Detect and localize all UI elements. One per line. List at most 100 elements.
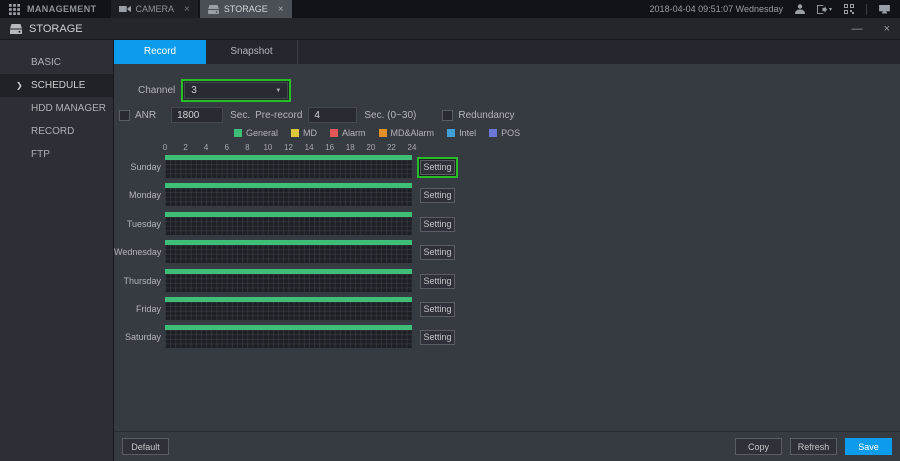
top-bar: MANAGEMENT CAMERA × STORAGE × 2018-04-04… <box>0 0 900 18</box>
hour-tick-4: 4 <box>204 143 208 152</box>
sidebar-item-label: RECORD <box>31 126 74 137</box>
hour-tick-0: 0 <box>163 143 167 152</box>
schedule-row-sunday: Sunday Setting <box>114 155 900 183</box>
hour-tick-16: 16 <box>325 143 334 152</box>
anr-input[interactable] <box>171 107 223 123</box>
timeline-grid-tuesday[interactable] <box>165 212 412 235</box>
legend-label: MD <box>303 128 317 138</box>
logout-icon[interactable]: ▾ <box>817 5 832 14</box>
chevron-down-icon: ▼ <box>275 88 281 94</box>
copy-button[interactable]: Copy <box>735 438 782 455</box>
timeline-grid-saturday[interactable] <box>165 325 412 348</box>
sidebar-item-basic[interactable]: ❯BASIC <box>0 51 113 74</box>
top-tab-storage[interactable]: STORAGE × <box>200 0 292 18</box>
record-bar-general <box>165 212 412 217</box>
hour-tick-6: 6 <box>225 143 229 152</box>
legend-intel: Intel <box>447 128 476 138</box>
day-label-saturday: Saturday <box>114 325 161 353</box>
redundancy-checkbox[interactable] <box>442 110 453 121</box>
setting-button-friday[interactable]: Setting <box>420 302 455 317</box>
prerecord-label: Pre-record <box>255 110 302 121</box>
day-label-thursday: Thursday <box>114 269 161 297</box>
setting-button-wednesday[interactable]: Setting <box>420 245 455 260</box>
main-panel: Record Snapshot Channel 3 ▼ ANR Sec. Pre <box>114 40 900 461</box>
record-bar-general <box>165 183 412 188</box>
legend-color-swatch <box>379 129 387 137</box>
channel-select[interactable]: 3 ▼ <box>184 82 288 99</box>
hour-tick-10: 10 <box>263 143 272 152</box>
day-label-tuesday: Tuesday <box>114 212 161 240</box>
hour-tick-14: 14 <box>305 143 314 152</box>
sidebar-item-ftp[interactable]: ❯FTP <box>0 143 113 166</box>
schedule-row-tuesday: Tuesday Setting <box>114 212 900 240</box>
top-tab-camera-label: CAMERA <box>136 4 175 14</box>
timeline-grid-thursday[interactable] <box>165 269 412 292</box>
anr-unit-label: Sec. <box>230 110 250 121</box>
timeline-grid-sunday[interactable] <box>165 155 412 178</box>
anr-checkbox[interactable] <box>119 110 130 121</box>
day-label-sunday: Sunday <box>114 155 161 183</box>
legend-pos: POS <box>489 128 520 138</box>
apps-grid-icon <box>9 4 20 15</box>
record-snapshot-tabs: Record Snapshot <box>114 40 900 64</box>
storage-title-icon <box>10 24 22 34</box>
minimize-icon[interactable]: — <box>852 23 863 35</box>
setting-button-saturday[interactable]: Setting <box>420 330 455 345</box>
tab-snapshot[interactable]: Snapshot <box>206 40 298 64</box>
timeline-grid-friday[interactable] <box>165 297 412 320</box>
legend-label: Intel <box>459 128 476 138</box>
day-label-friday: Friday <box>114 297 161 325</box>
refresh-button[interactable]: Refresh <box>790 438 837 455</box>
tab-record[interactable]: Record <box>114 40 206 64</box>
close-camera-tab-icon[interactable]: × <box>184 4 190 15</box>
setting-button-sunday[interactable]: Setting <box>420 160 455 175</box>
management-menu-button[interactable]: MANAGEMENT <box>0 0 111 18</box>
schedule-days: SundaySettingMondaySettingTuesdaySetting… <box>114 155 900 354</box>
timeline-grid-monday[interactable] <box>165 183 412 206</box>
user-icon[interactable] <box>795 4 805 14</box>
setting-button-tuesday[interactable]: Setting <box>420 217 455 232</box>
close-storage-tab-icon[interactable]: × <box>278 4 284 15</box>
setting-cell: Setting <box>420 183 455 211</box>
top-tab-camera[interactable]: CAMERA × <box>111 0 198 18</box>
qr-code-icon[interactable] <box>844 4 854 14</box>
close-icon[interactable]: × <box>884 23 890 35</box>
legend-md: MD <box>291 128 317 138</box>
setting-button-monday[interactable]: Setting <box>420 188 455 203</box>
anr-label: ANR <box>135 110 156 121</box>
setting-cell: Setting <box>420 212 455 240</box>
legend-label: MD&Alarm <box>391 128 435 138</box>
channel-value: 3 <box>191 85 197 96</box>
default-button[interactable]: Default <box>122 438 169 455</box>
prerecord-input[interactable] <box>308 107 357 123</box>
datetime-display: 2018-04-04 09:51:07 Wednesday <box>650 4 783 14</box>
legend-color-swatch <box>330 129 338 137</box>
legend-label: POS <box>501 128 520 138</box>
hour-tick-22: 22 <box>387 143 396 152</box>
sidebar-item-hdd-manager[interactable]: ❯HDD MANAGER <box>0 97 113 120</box>
timeline-grid-wednesday[interactable] <box>165 240 412 263</box>
monitor-icon[interactable] <box>879 5 890 14</box>
setting-button-thursday[interactable]: Setting <box>420 274 455 289</box>
sidebar-item-record[interactable]: ❯RECORD <box>0 120 113 143</box>
record-bar-general <box>165 269 412 274</box>
save-button[interactable]: Save <box>845 438 892 455</box>
schedule-row-friday: Friday Setting <box>114 297 900 325</box>
day-label-wednesday: Wednesday <box>114 240 161 268</box>
sidebar-item-label: BASIC <box>31 57 61 68</box>
sidebar: ❯BASIC❯SCHEDULE❯HDD MANAGER❯RECORD❯FTP <box>0 40 114 461</box>
channel-label: Channel <box>138 85 175 96</box>
record-bar-general <box>165 240 412 245</box>
legend-label: General <box>246 128 278 138</box>
hour-tick-2: 2 <box>183 143 187 152</box>
chevron-down-icon: ▾ <box>829 6 832 13</box>
sidebar-item-label: HDD MANAGER <box>31 103 106 114</box>
setting-cell: Setting <box>420 269 455 297</box>
schedule-content: Channel 3 ▼ ANR Sec. Pre-record Sec. (0~… <box>114 64 900 431</box>
sidebar-item-schedule[interactable]: ❯SCHEDULE <box>0 74 113 97</box>
legend-alarm: Alarm <box>330 128 366 138</box>
schedule-row-thursday: Thursday Setting <box>114 269 900 297</box>
schedule-row-saturday: Saturday Setting <box>114 325 900 353</box>
setting-cell: Setting <box>420 155 455 183</box>
schedule-row-wednesday: Wednesday Setting <box>114 240 900 268</box>
